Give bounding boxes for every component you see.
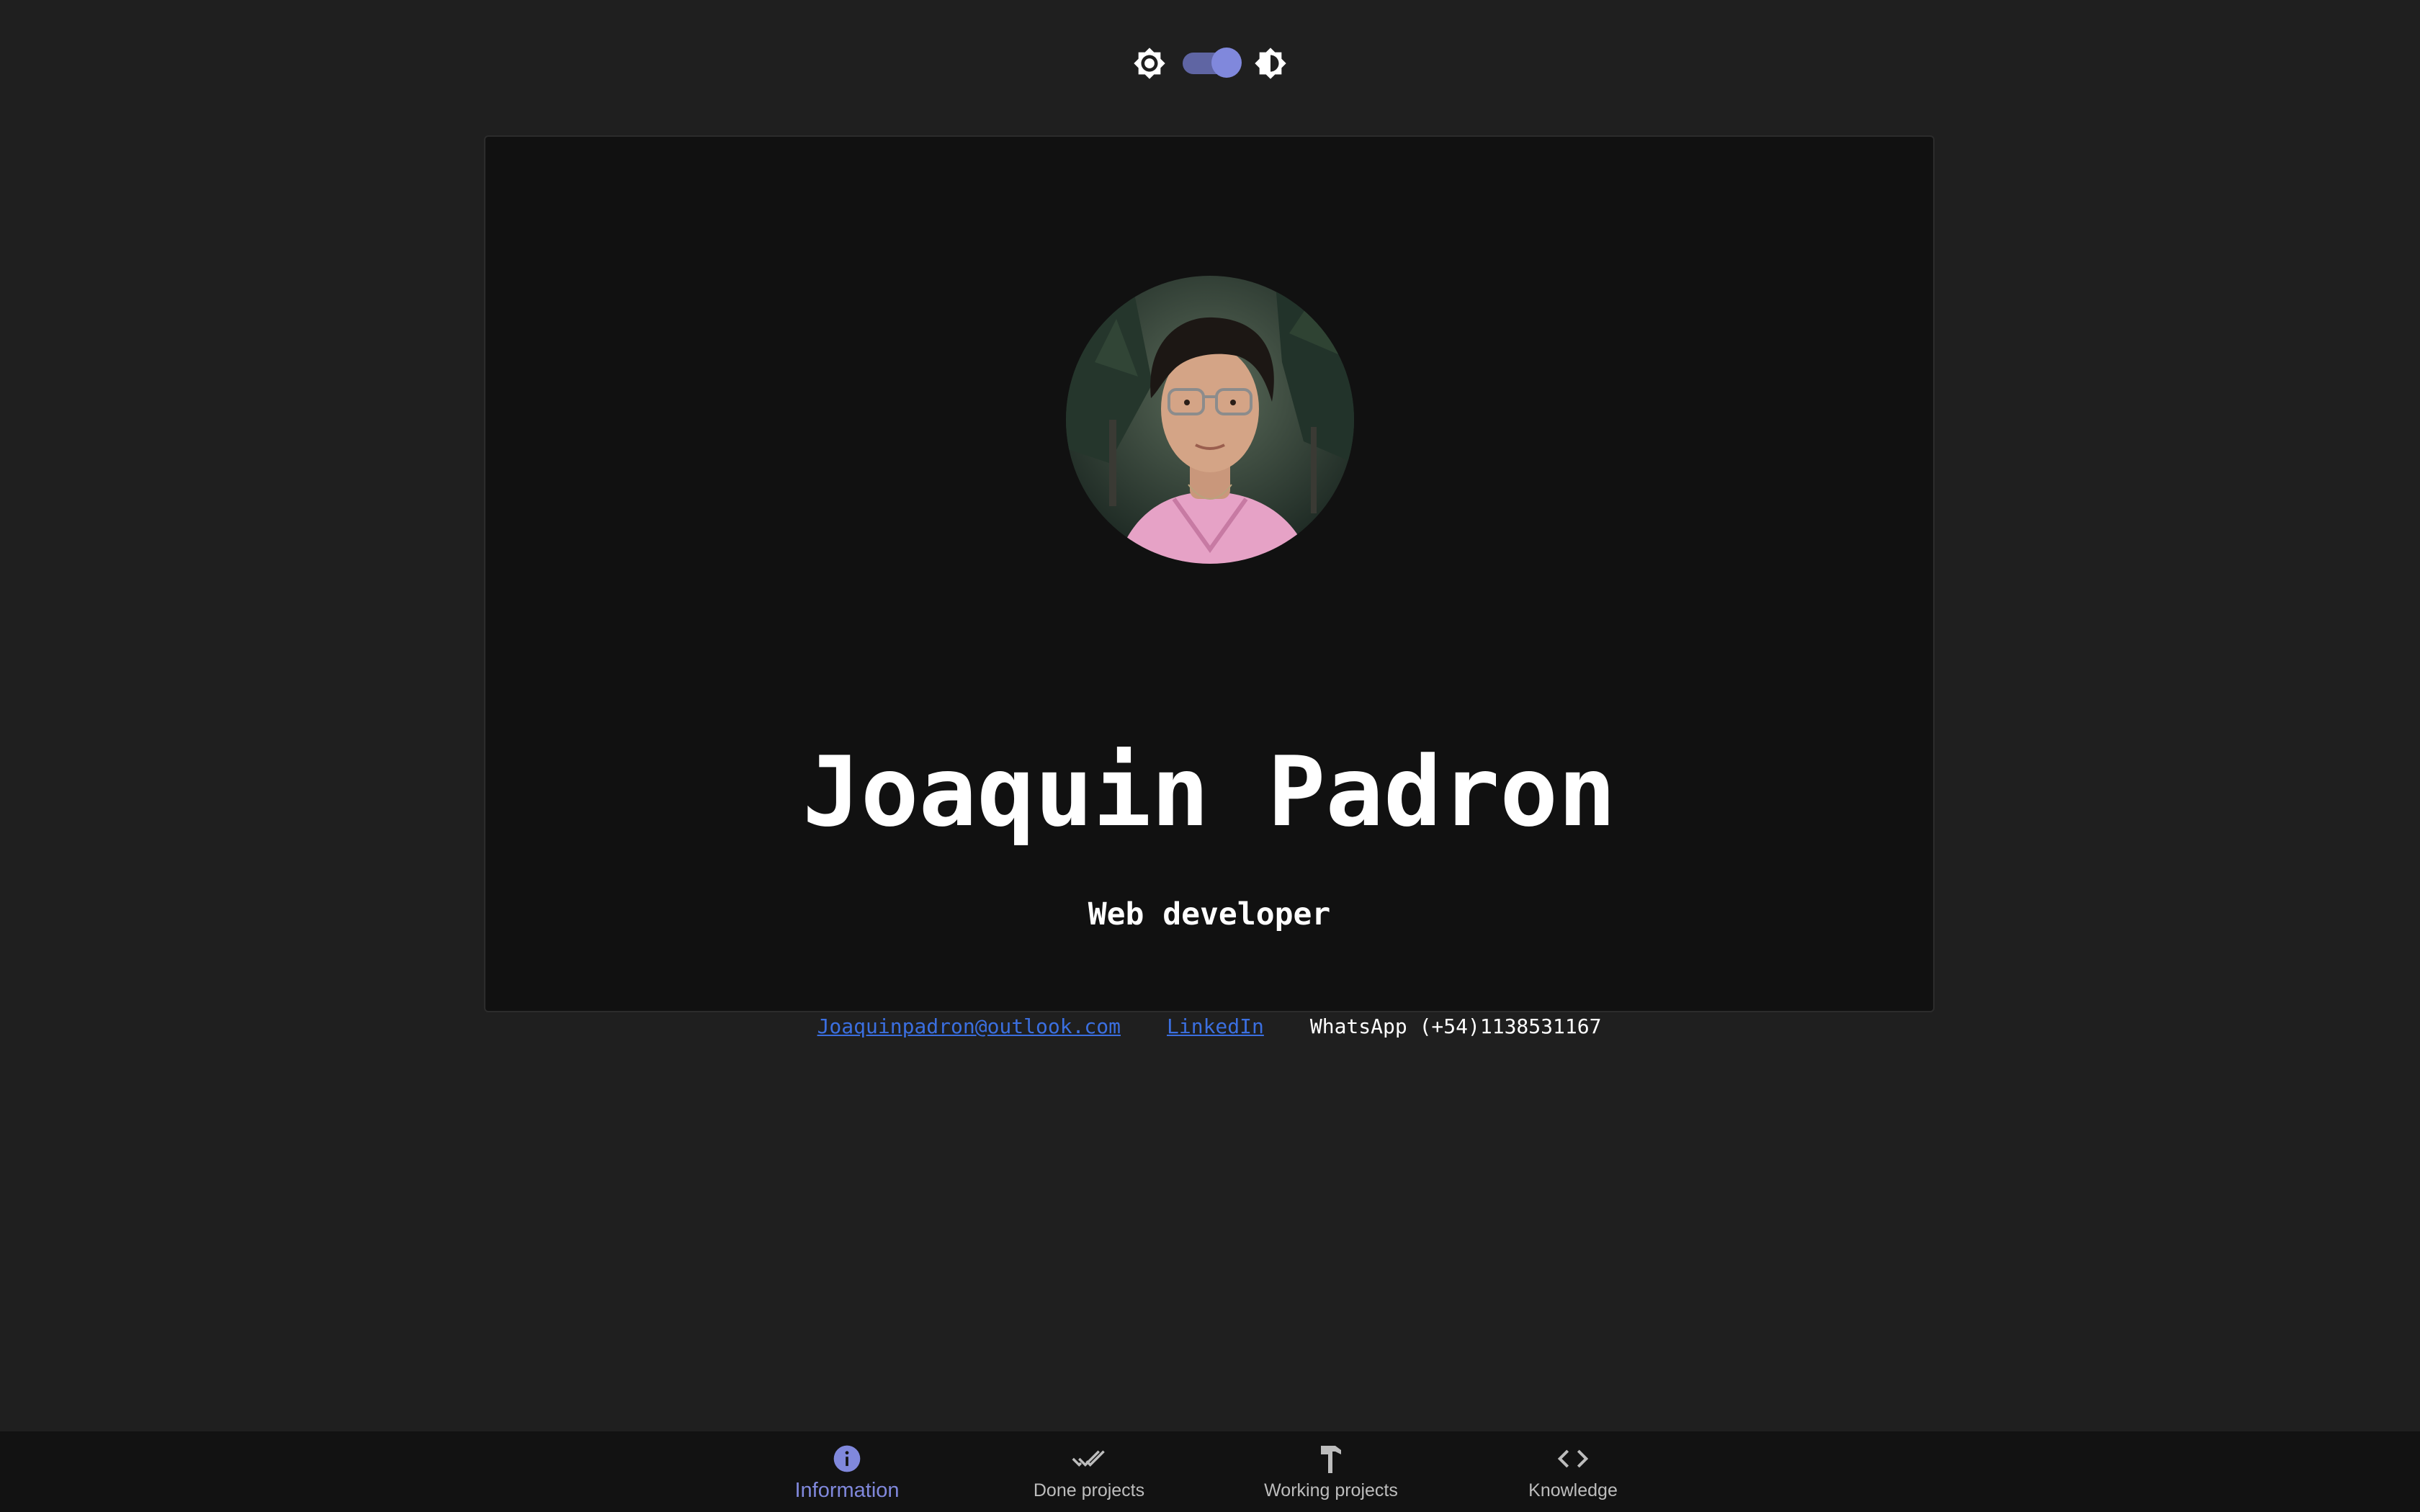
whatsapp-text: WhatsApp (+54)1138531167 <box>1309 1014 1602 1038</box>
nav-item-information[interactable]: Information <box>726 1431 968 1512</box>
nav-item-working-projects[interactable]: Working projects <box>1210 1431 1452 1512</box>
nav-label-knowledge: Knowledge <box>1528 1480 1618 1500</box>
nav-label-done-projects: Done projects <box>1033 1480 1145 1500</box>
profile-role: Web developer <box>1088 896 1331 932</box>
profile-card: Joaquin Padron Web developer Joaquinpadr… <box>484 135 1935 1038</box>
nav-item-done-projects[interactable]: Done projects <box>968 1431 1210 1512</box>
linkedin-link[interactable]: LinkedIn <box>1167 1012 1264 1041</box>
nav-item-knowledge[interactable]: Knowledge <box>1452 1431 1694 1512</box>
nav-label-working-projects: Working projects <box>1264 1480 1398 1500</box>
half-sun-icon[interactable] <box>1252 45 1289 82</box>
bottom-navigation: Information Done projects Working projec… <box>0 1431 2420 1512</box>
hammer-icon <box>1314 1441 1348 1476</box>
theme-switch[interactable] <box>1183 48 1242 78</box>
double-check-icon <box>1072 1441 1106 1476</box>
page: Joaquin Padron Web developer Joaquinpadr… <box>0 0 2420 1512</box>
theme-toggle <box>1131 42 1289 85</box>
theme-switch-knob[interactable] <box>1211 48 1242 78</box>
code-icon <box>1556 1441 1590 1476</box>
avatar <box>1066 276 1354 564</box>
contact-links: Joaquinpadron@outlook.com LinkedIn Whats… <box>485 1012 1933 1041</box>
info-icon <box>830 1441 864 1476</box>
nav-label-information: Information <box>794 1479 900 1502</box>
profile-name: Joaquin Padron <box>802 736 1616 848</box>
sun-icon[interactable] <box>1131 45 1168 82</box>
email-link[interactable]: Joaquinpadron@outlook.com <box>817 1012 1121 1041</box>
